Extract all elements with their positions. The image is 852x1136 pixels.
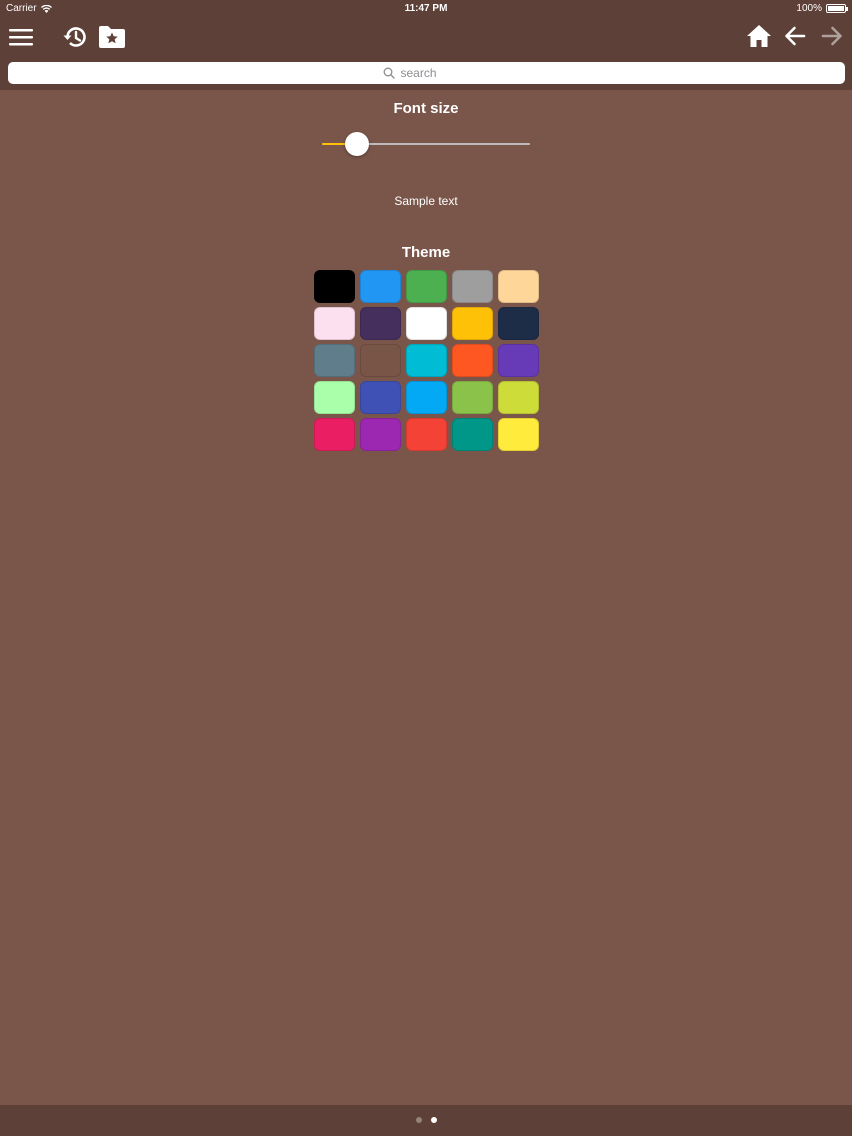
theme-swatch[interactable] [314,418,355,451]
theme-swatch[interactable] [498,307,539,340]
theme-swatch[interactable] [314,270,355,303]
theme-swatch[interactable] [498,381,539,414]
theme-swatch[interactable] [498,418,539,451]
theme-swatch[interactable] [452,418,493,451]
theme-swatch[interactable] [452,344,493,377]
bottom-bar [0,1105,852,1136]
page-indicator[interactable] [0,1117,852,1123]
theme-swatch[interactable] [452,270,493,303]
back-arrow-icon[interactable] [782,23,808,49]
battery-percent: 100% [796,3,822,14]
page-dot[interactable] [415,1117,422,1123]
battery-icon [826,4,848,13]
font-size-slider[interactable] [322,132,530,156]
bookmark-folder-icon[interactable] [98,23,126,51]
theme-swatch[interactable] [360,270,401,303]
theme-swatch[interactable] [360,381,401,414]
theme-swatch[interactable] [314,381,355,414]
theme-swatch[interactable] [360,418,401,451]
search-input[interactable] [400,66,471,80]
search-icon [383,67,395,79]
status-bar: Carrier 11:47 PM 100% [0,0,852,18]
theme-grid [314,270,539,451]
font-size-title: Font size [393,100,459,117]
theme-swatch[interactable] [406,418,447,451]
theme-swatch[interactable] [360,307,401,340]
menu-icon[interactable] [6,24,36,50]
search-bar[interactable] [8,62,845,84]
theme-swatch[interactable] [314,307,355,340]
theme-swatch[interactable] [406,381,447,414]
status-right: 100% [796,3,848,14]
status-time: 11:47 PM [404,3,448,14]
theme-swatch[interactable] [406,307,447,340]
sample-text: Sample text [394,194,458,208]
theme-swatch[interactable] [498,270,539,303]
theme-swatch[interactable] [498,344,539,377]
theme-swatch[interactable] [406,344,447,377]
theme-swatch[interactable] [452,307,493,340]
theme-title: Theme [401,244,451,261]
theme-swatch[interactable] [452,381,493,414]
slider-thumb[interactable] [345,132,369,156]
home-icon[interactable] [745,22,773,50]
theme-swatch[interactable] [314,344,355,377]
forward-arrow-icon[interactable] [819,23,845,49]
history-icon[interactable] [60,22,90,52]
theme-swatch[interactable] [406,270,447,303]
theme-swatch[interactable] [360,344,401,377]
toolbar [0,18,852,90]
page-dot[interactable] [430,1117,437,1123]
